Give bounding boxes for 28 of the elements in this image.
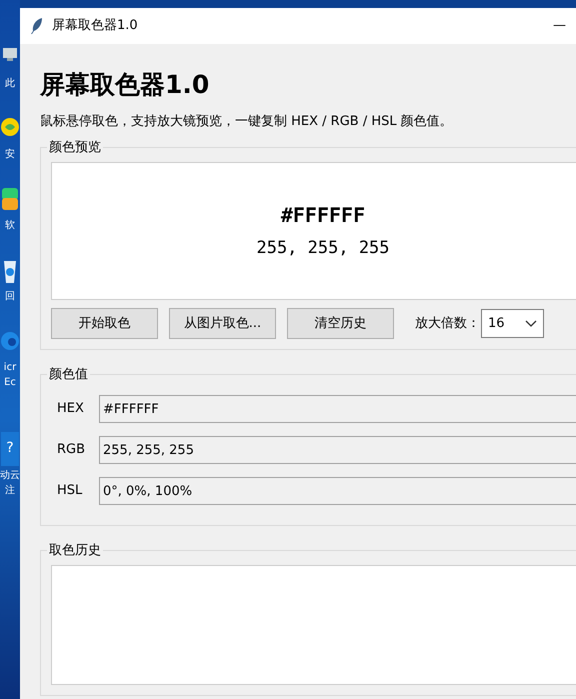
value-field[interactable]: 255, 255, 255 bbox=[99, 436, 576, 464]
value-label: RGB bbox=[56, 441, 86, 460]
desktop-icon-label[interactable]: icr bbox=[4, 362, 16, 373]
desktop-icon-label[interactable]: 软 bbox=[5, 220, 15, 231]
caret-icon bbox=[525, 320, 537, 328]
hex-readout: #FFFFFF bbox=[280, 202, 366, 230]
help-tile[interactable]: ? bbox=[1, 432, 19, 466]
app-heading: 屏幕取色器1.0 bbox=[40, 69, 210, 101]
rgb-readout: 255, 255, 255 bbox=[256, 237, 390, 260]
desktop-icon-label[interactable]: 注 bbox=[5, 485, 15, 496]
desktop-icon-label[interactable]: 安 bbox=[5, 149, 15, 160]
desktop-icon-label[interactable]: 此 bbox=[5, 78, 15, 89]
action-button[interactable]: 从图片取色... bbox=[169, 308, 276, 339]
desktop-icon-label[interactable]: 回 bbox=[5, 291, 15, 302]
minimize-button[interactable]: — bbox=[553, 16, 566, 36]
value-field[interactable]: 0°, 0%, 100% bbox=[99, 477, 576, 505]
desktop-icon-label[interactable]: 动云 bbox=[0, 470, 20, 481]
window-title: 屏幕取色器1.0 bbox=[52, 17, 138, 36]
action-button[interactable]: 清空历史 bbox=[287, 308, 394, 339]
value-field[interactable]: #FFFFFF bbox=[99, 395, 576, 423]
zoom-select[interactable]: 16 bbox=[481, 309, 544, 338]
feather-icon bbox=[30, 17, 44, 35]
value-label: HEX bbox=[56, 400, 85, 418]
desktop-icon-label[interactable]: Ec bbox=[4, 377, 16, 388]
subtitle-text: 鼠标悬停取色，支持放大镜预览，一键复制 HEX / RGB / HSL 颜色值。 bbox=[40, 112, 454, 130]
action-button[interactable]: 开始取色 bbox=[51, 308, 158, 339]
value-label: HSL bbox=[56, 482, 84, 500]
zoom-label: 放大倍数： bbox=[415, 314, 480, 333]
